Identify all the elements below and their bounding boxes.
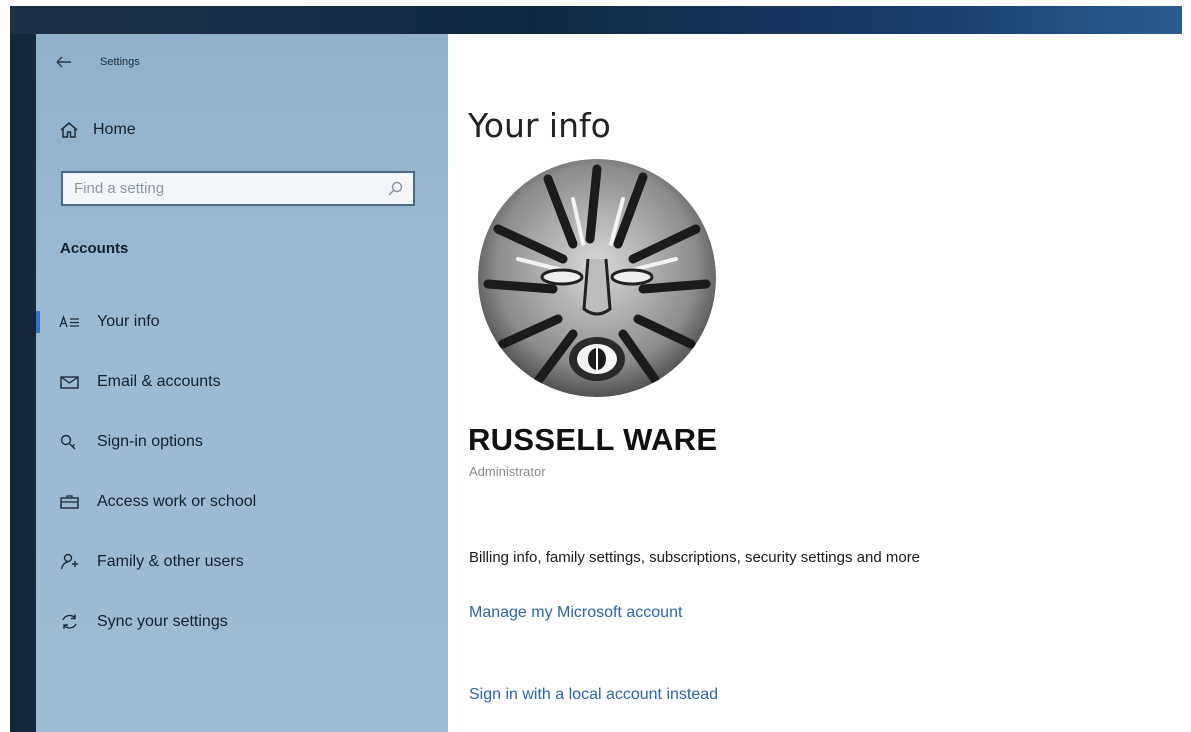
nav-label: Sync your settings xyxy=(97,613,228,630)
manage-microsoft-account-link[interactable]: Manage my Microsoft account xyxy=(469,604,682,622)
sign-in-local-account-link[interactable]: Sign in with a local account instead xyxy=(469,686,718,704)
app-title: Settings xyxy=(100,56,140,68)
nav-label: Your info xyxy=(97,313,160,330)
user-name: RUSSELL WARE xyxy=(468,422,718,457)
window-left-edge xyxy=(10,34,36,732)
search-input[interactable] xyxy=(63,179,385,198)
nav-item-email-accounts[interactable]: Email & accounts xyxy=(36,352,448,412)
selected-indicator xyxy=(36,311,40,333)
page-title: Your info xyxy=(468,106,611,145)
billing-description: Billing info, family settings, subscript… xyxy=(469,549,921,566)
nav-item-your-info[interactable]: Your info xyxy=(36,292,448,352)
nav-item-sign-in-options[interactable]: Sign-in options xyxy=(36,412,448,472)
sidebar: Settings Home Accounts xyxy=(36,34,448,732)
search-icon[interactable] xyxy=(385,179,405,199)
nav-label: Sign-in options xyxy=(97,433,203,450)
user-avatar xyxy=(478,159,716,397)
nav-item-sync-settings[interactable]: Sync your settings xyxy=(36,592,448,652)
main-content: Your info RUSSELL WARE Administrator Bil… xyxy=(448,34,1182,732)
avatar-face-image xyxy=(478,159,716,397)
briefcase-icon xyxy=(60,495,79,509)
accounts-section-title: Accounts xyxy=(60,240,129,257)
sync-icon xyxy=(62,614,77,629)
person-add-icon xyxy=(60,553,78,570)
nav-label: Family & other users xyxy=(97,553,244,570)
home-nav-item[interactable]: Home xyxy=(58,120,136,140)
person-card-icon xyxy=(59,315,79,328)
back-arrow-icon[interactable] xyxy=(54,54,74,70)
search-box xyxy=(61,171,415,206)
user-role: Administrator xyxy=(469,464,546,479)
nav-label: Access work or school xyxy=(97,493,257,510)
key-icon xyxy=(60,434,76,450)
settings-window: Settings Home Accounts xyxy=(10,6,1182,732)
nav-item-access-work-school[interactable]: Access work or school xyxy=(36,472,448,532)
accounts-nav-list: Your info Email & accounts Sign-in optio… xyxy=(36,292,448,652)
home-icon xyxy=(60,122,78,138)
nav-label: Email & accounts xyxy=(97,373,221,390)
mail-icon xyxy=(60,376,79,389)
nav-item-family-other-users[interactable]: Family & other users xyxy=(36,532,448,592)
app-title-row: Settings xyxy=(54,54,140,70)
title-bar xyxy=(10,6,1182,34)
home-label: Home xyxy=(93,121,136,138)
